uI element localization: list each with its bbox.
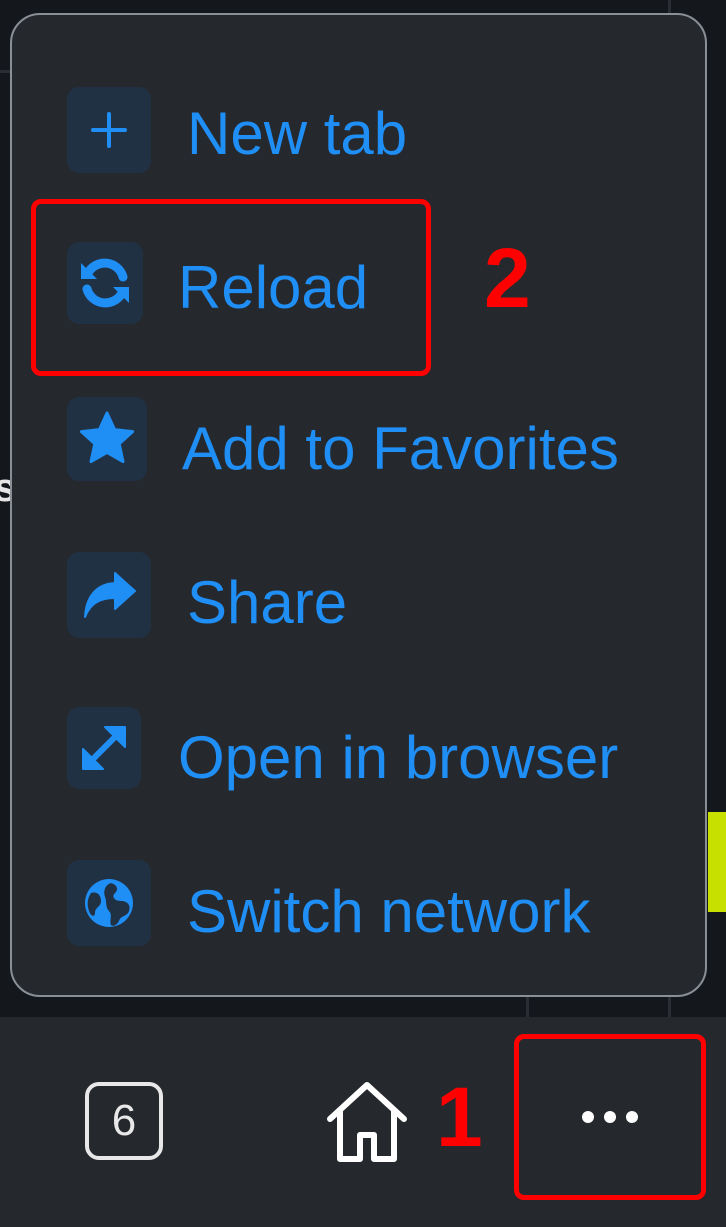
menu-item-label: Switch network (187, 878, 591, 945)
menu-item-open-in-browser[interactable]: Open in browser (12, 705, 705, 805)
globe-icon (67, 860, 151, 946)
star-icon (67, 397, 147, 481)
home-button[interactable] (322, 1077, 412, 1167)
background-divider (0, 70, 10, 73)
menu-item-label: Open in browser (178, 724, 619, 791)
background-divider (526, 997, 529, 1017)
more-button-highlight-box (514, 1034, 706, 1200)
background-accent-strip (708, 812, 726, 912)
home-icon (327, 1082, 407, 1162)
step-1-label: 1 (436, 1070, 483, 1164)
app-screen: s New tab Reload Add to Favorites Share … (0, 0, 726, 1227)
menu-item-switch-network[interactable]: Switch network (12, 860, 705, 960)
tab-count-button[interactable]: 6 (85, 1082, 163, 1160)
step-2-label: 2 (484, 231, 531, 325)
reload-highlight-box (31, 199, 431, 376)
menu-item-label: Share (187, 569, 348, 636)
menu-item-label: Add to Favorites (182, 415, 619, 482)
menu-item-share[interactable]: Share (12, 550, 705, 650)
plus-icon (67, 87, 151, 173)
menu-item-add-to-favorites[interactable]: Add to Favorites (12, 395, 705, 495)
menu-item-label: New tab (187, 100, 408, 167)
menu-item-new-tab[interactable]: New tab (12, 85, 705, 185)
expand-icon (67, 707, 141, 789)
share-icon (67, 552, 151, 638)
overflow-menu: New tab Reload Add to Favorites Share Op… (10, 13, 707, 997)
